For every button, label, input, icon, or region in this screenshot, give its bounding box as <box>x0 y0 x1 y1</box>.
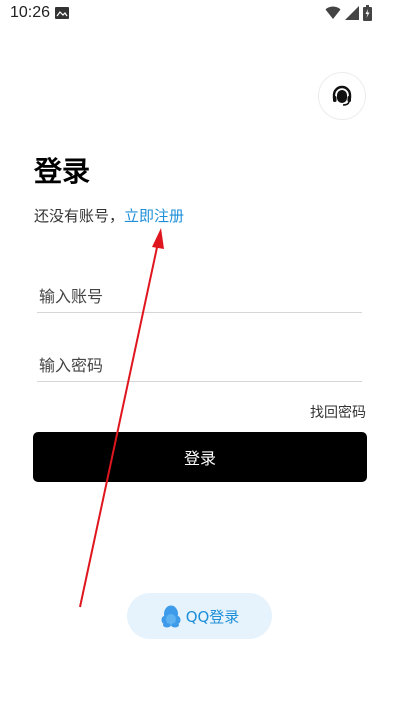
cell-signal-icon <box>345 6 359 20</box>
account-input[interactable] <box>37 287 366 312</box>
login-screen: 10:26 登录 还没有账号，立即注册 输入账号 找回密码 登录 QQ登录 <box>0 0 400 711</box>
status-bar: 10:26 <box>0 0 400 28</box>
customer-service-button[interactable] <box>318 72 366 120</box>
status-time: 10:26 <box>10 4 51 21</box>
password-input[interactable] <box>37 356 366 381</box>
register-link[interactable]: 立即注册 <box>124 207 184 225</box>
status-icons <box>325 5 372 21</box>
register-prompt: 还没有账号，立即注册 <box>34 205 184 226</box>
forgot-password-link[interactable]: 找回密码 <box>310 402 366 422</box>
password-field-wrapper <box>37 356 366 382</box>
customer-service-headset-icon <box>332 85 352 106</box>
wifi-icon <box>325 6 341 19</box>
no-account-text: 还没有账号， <box>34 207 125 225</box>
account-field-wrapper <box>37 287 366 313</box>
qq-penguin-icon <box>161 605 181 628</box>
qq-login-button[interactable]: QQ登录 <box>127 593 272 639</box>
battery-charging-icon <box>363 5 372 21</box>
qq-login-label: QQ登录 <box>185 607 240 626</box>
login-button[interactable]: 登录 <box>33 432 367 482</box>
page-title: 登录 <box>34 155 91 188</box>
image-notification-icon <box>55 7 69 19</box>
